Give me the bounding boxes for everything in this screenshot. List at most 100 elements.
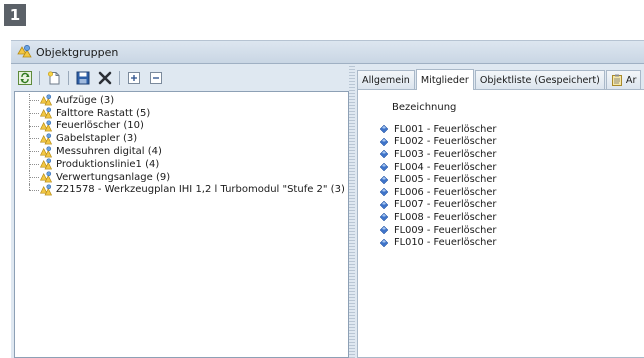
member-label: FL010 - Feuerlöscher xyxy=(394,237,497,249)
tree-item[interactable]: Z21578 - Werkzeugplan IHI 1,2 l Turbomod… xyxy=(15,183,348,197)
step-number-badge: 1 xyxy=(4,4,26,26)
object-group-icon xyxy=(39,107,53,119)
detail-pane: Allgemein Mitglieder Objektliste (Gespeich… xyxy=(355,64,644,358)
save-button[interactable] xyxy=(75,70,91,86)
member-row[interactable]: FL001 - Feuerlöscher xyxy=(358,123,644,136)
tab-label: Allgemein xyxy=(362,74,410,86)
save-icon xyxy=(76,71,90,85)
tree-item-label: Messuhren digital (4) xyxy=(56,146,162,158)
members-panel: Bezeichnung FL001 - Feuerlöscher FL002 - … xyxy=(357,89,644,358)
tree-item[interactable]: Feuerlöscher (10) xyxy=(15,119,348,133)
tree-item-label: Produktionslinie1 (4) xyxy=(56,158,160,170)
tree-item-label: Z21578 - Werkzeugplan IHI 1,2 l Turbomod… xyxy=(56,184,345,196)
tree-item[interactable]: Gabelstapler (3) xyxy=(15,132,348,146)
window-title: Objektgruppen xyxy=(36,45,119,59)
tree-list: Aufzüge (3) Falttore Rastatt (5) Feuerlösc… xyxy=(15,92,348,196)
refresh-button[interactable] xyxy=(17,70,33,86)
object-diamond-icon xyxy=(380,175,388,184)
member-row[interactable]: FL009 - Feuerlöscher xyxy=(358,224,644,237)
object-group-icon xyxy=(39,94,53,106)
tab-label: Mitglieder xyxy=(420,74,469,86)
expand-all-icon xyxy=(128,72,140,84)
tree-connector xyxy=(29,151,39,153)
tree-item[interactable]: Produktionslinie1 (4) xyxy=(15,157,348,171)
object-group-icon xyxy=(39,171,53,183)
tree-item-label: Falttore Rastatt (5) xyxy=(56,107,151,119)
tree-connector xyxy=(29,176,39,178)
object-diamond-icon xyxy=(380,200,388,209)
member-label: FL008 - Feuerlöscher xyxy=(394,211,497,223)
tree-item[interactable]: Verwertungsanlage (9) xyxy=(15,170,348,184)
tree-item[interactable]: Aufzüge (3) xyxy=(15,94,348,107)
member-row[interactable]: FL004 - Feuerlöscher xyxy=(358,161,644,174)
group-tree-pane: Aufzüge (3) Falttore Rastatt (5) Feuerlösc… xyxy=(11,64,349,358)
object-group-icon xyxy=(39,146,53,157)
member-row[interactable]: FL003 - Feuerlöscher xyxy=(358,148,644,161)
member-label: FL001 - Feuerlöscher xyxy=(394,123,497,135)
member-list: FL001 - Feuerlöscher FL002 - Feuerlöscher… xyxy=(358,123,644,249)
delete-button[interactable] xyxy=(97,70,113,86)
object-group-icon xyxy=(39,184,53,196)
tab-ar[interactable]: Ar xyxy=(605,70,642,89)
member-label: FL007 - Feuerlöscher xyxy=(394,199,497,211)
tab-mitglieder[interactable]: Mitglieder xyxy=(415,69,474,90)
new-button[interactable] xyxy=(46,70,62,86)
tree-item[interactable]: Messuhren digital (4) xyxy=(15,145,348,158)
tab-label: Objektliste (Gespeichert) xyxy=(479,74,600,86)
tree-item-label: Verwertungsanlage (9) xyxy=(56,171,171,183)
object-diamond-icon xyxy=(380,213,388,222)
tree-item-label: Aufzüge (3) xyxy=(56,94,115,106)
tab-label: Ar xyxy=(625,74,637,86)
toolbar-separator xyxy=(119,71,120,85)
object-diamond-icon xyxy=(380,226,388,235)
window-title-bar: Objektgruppen xyxy=(11,40,644,64)
tree-connector xyxy=(29,189,39,191)
object-group-icon xyxy=(39,133,53,145)
tab-allgemein[interactable]: Allgemein xyxy=(357,70,415,89)
member-label: FL004 - Feuerlöscher xyxy=(394,161,497,173)
new-document-icon xyxy=(47,71,60,85)
member-label: FL006 - Feuerlöscher xyxy=(394,186,497,198)
tree-item[interactable]: Falttore Rastatt (5) xyxy=(15,106,348,120)
object-diamond-icon xyxy=(380,150,388,159)
tree-connector xyxy=(29,163,39,165)
object-group-tree: Aufzüge (3) Falttore Rastatt (5) Feuerlösc… xyxy=(14,91,349,358)
member-row[interactable]: FL006 - Feuerlöscher xyxy=(358,186,644,199)
main-area: Aufzüge (3) Falttore Rastatt (5) Feuerlösc… xyxy=(11,64,644,358)
object-group-icon xyxy=(17,45,32,58)
member-label: FL009 - Feuerlöscher xyxy=(394,224,497,236)
tab-objektliste-gespeichert[interactable]: Objektliste (Gespeichert) xyxy=(474,70,605,89)
tree-connector xyxy=(29,125,39,127)
object-group-icon xyxy=(39,120,53,132)
tree-item-label: Feuerlöscher (10) xyxy=(56,120,144,132)
member-row[interactable]: FL007 - Feuerlöscher xyxy=(358,199,644,212)
expand-all-button[interactable] xyxy=(126,70,142,86)
toolbar-separator xyxy=(68,71,69,85)
member-label: FL005 - Feuerlöscher xyxy=(394,174,497,186)
tree-connector xyxy=(29,100,39,101)
member-row[interactable]: FL005 - Feuerlöscher xyxy=(358,173,644,186)
tree-connector xyxy=(29,138,39,140)
member-row[interactable]: FL008 - Feuerlöscher xyxy=(358,211,644,224)
object-diamond-icon xyxy=(380,188,388,197)
collapse-all-icon xyxy=(150,72,162,84)
member-row[interactable]: FL002 - Feuerlöscher xyxy=(358,136,644,149)
refresh-icon xyxy=(18,71,32,85)
object-diamond-icon xyxy=(380,238,388,247)
object-diamond-icon xyxy=(380,137,388,146)
object-diamond-icon xyxy=(380,163,388,172)
member-label: FL002 - Feuerlöscher xyxy=(394,136,497,148)
clipboard-list-icon xyxy=(611,74,622,86)
tree-connector xyxy=(29,112,39,114)
member-row[interactable]: FL010 - Feuerlöscher xyxy=(358,236,644,249)
object-group-icon xyxy=(39,158,53,170)
member-label: FL003 - Feuerlöscher xyxy=(394,148,497,160)
tree-item-label: Gabelstapler (3) xyxy=(56,133,138,145)
column-header-bezeichnung[interactable]: Bezeichnung xyxy=(392,102,456,113)
detail-tabs: Allgemein Mitglieder Objektliste (Gespeich… xyxy=(357,69,642,90)
object-diamond-icon xyxy=(380,125,388,134)
toolbar-separator xyxy=(39,71,40,85)
delete-icon xyxy=(98,71,112,85)
tree-toolbar xyxy=(17,68,170,88)
collapse-all-button[interactable] xyxy=(148,70,164,86)
